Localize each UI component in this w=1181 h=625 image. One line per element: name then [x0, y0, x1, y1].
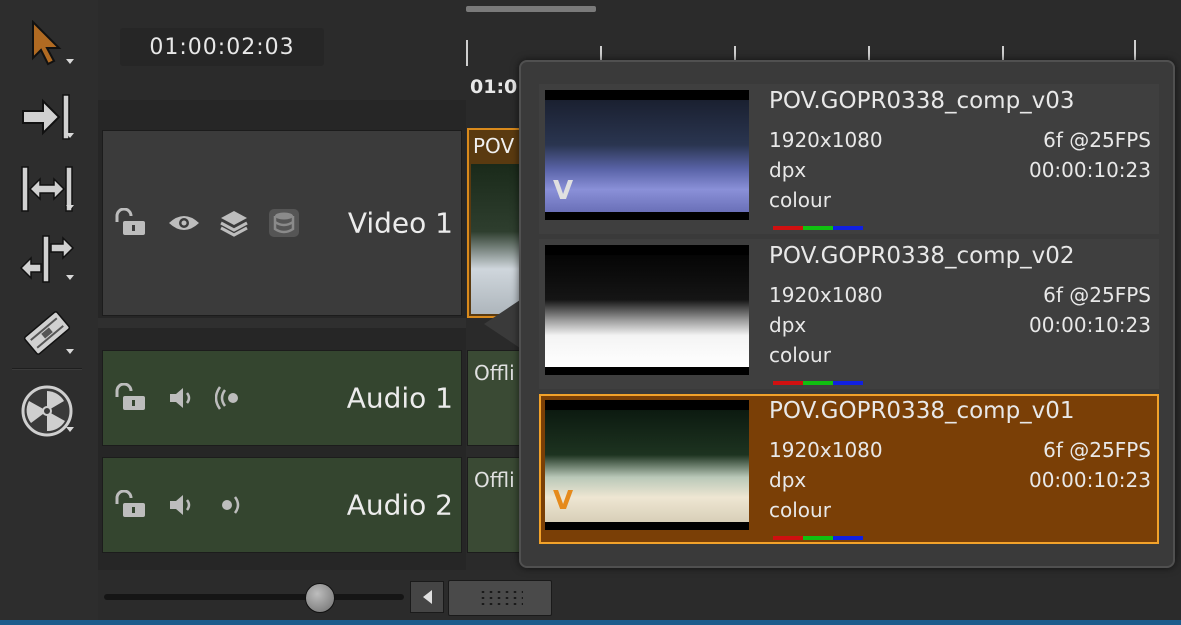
- audio-clip[interactable]: Offli: [467, 350, 527, 446]
- version-fps: 6f @25FPS: [1043, 438, 1151, 462]
- audio-clip[interactable]: Offli: [467, 457, 527, 553]
- horizontal-scroll-handle[interactable]: [448, 580, 552, 616]
- version-duration: 00:00:10:23: [1028, 158, 1151, 182]
- triangle-left-icon: [422, 590, 432, 604]
- speaker-icon[interactable]: [167, 385, 197, 411]
- version-item[interactable]: V POV.GOPR0338_comp_v03 1920x1080 6f @25…: [539, 84, 1159, 234]
- clip-label: POV: [473, 134, 515, 158]
- unlock-icon[interactable]: [113, 490, 149, 520]
- track-name: Audio 1: [346, 381, 453, 415]
- eye-icon[interactable]: [167, 212, 201, 234]
- chevron-down-icon: [66, 427, 74, 432]
- track-controls: [113, 383, 247, 413]
- track-header-audio-1[interactable]: Audio 1: [102, 350, 462, 446]
- rgb-channel-indicator: [773, 226, 863, 230]
- ruler-timecode-label: 01:0: [470, 76, 518, 98]
- version-badge: V: [553, 176, 574, 206]
- version-duration: 00:00:10:23: [1028, 313, 1151, 337]
- tool-palette: [0, 0, 98, 625]
- chevron-down-icon: [66, 133, 74, 138]
- clip-thumbnail: [471, 164, 523, 314]
- multi-tool-button[interactable]: [14, 160, 80, 218]
- version-colorspace: colour: [769, 498, 831, 522]
- database-icon[interactable]: [267, 207, 301, 239]
- toolbar-divider: [12, 368, 82, 370]
- version-format: dpx: [769, 468, 807, 492]
- version-name: POV.GOPR0338_comp_v02: [769, 243, 1075, 269]
- unlock-icon[interactable]: [113, 383, 149, 413]
- version-colorspace: colour: [769, 343, 831, 367]
- clip-label: Offli: [474, 361, 515, 385]
- select-tool-button[interactable]: [14, 14, 80, 72]
- version-item[interactable]: POV.GOPR0338_comp_v02 1920x1080 6f @25FP…: [539, 239, 1159, 389]
- track-name: Audio 2: [346, 488, 453, 522]
- track-divider[interactable]: [98, 318, 466, 328]
- window-bottom-edge: [0, 620, 1181, 625]
- monitor-output-icon[interactable]: [215, 491, 247, 519]
- version-colorspace: colour: [769, 188, 831, 212]
- rgb-channel-indicator: [773, 536, 863, 540]
- clip-label: Offli: [474, 468, 515, 492]
- version-list-popup: V POV.GOPR0338_comp_v03 1920x1080 6f @25…: [519, 60, 1175, 568]
- track-header-video-1[interactable]: Video 1: [102, 130, 462, 316]
- version-format: dpx: [769, 158, 807, 182]
- chevron-down-icon: [66, 275, 74, 280]
- version-badge: V: [553, 486, 574, 516]
- track-controls: [113, 490, 247, 520]
- version-thumbnail: [545, 245, 749, 375]
- version-name: POV.GOPR0338_comp_v03: [769, 88, 1075, 114]
- zoom-slider-track[interactable]: [104, 594, 404, 600]
- cursor-arrow-icon: [32, 20, 62, 66]
- thumbnail-image: [545, 255, 749, 367]
- track-header-audio-2[interactable]: Audio 2: [102, 457, 462, 553]
- top-scroll-indicator[interactable]: [466, 6, 596, 12]
- speaker-icon[interactable]: [167, 492, 197, 518]
- version-duration: 00:00:10:23: [1028, 468, 1151, 492]
- timecode-display[interactable]: 01:00:02:03: [120, 28, 324, 66]
- grip-icon: [479, 589, 523, 607]
- thumbnail-image: [545, 100, 749, 212]
- version-fps: 6f @25FPS: [1043, 128, 1151, 152]
- version-format: dpx: [769, 313, 807, 337]
- version-resolution: 1920x1080: [769, 283, 883, 307]
- chevron-down-icon: [66, 59, 74, 64]
- ruler-tick: [466, 40, 468, 66]
- track-controls: [113, 207, 301, 239]
- thumbnail-image: [545, 410, 749, 522]
- chevron-down-icon: [66, 205, 74, 210]
- version-resolution: 1920x1080: [769, 438, 883, 462]
- version-resolution: 1920x1080: [769, 128, 883, 152]
- version-thumbnail: V: [545, 90, 749, 220]
- record-monitor-icon[interactable]: [215, 384, 247, 412]
- version-name: POV.GOPR0338_comp_v01: [769, 398, 1075, 424]
- version-thumbnail: V: [545, 400, 749, 530]
- zoom-slider-handle[interactable]: [305, 583, 335, 613]
- version-fps: 6f @25FPS: [1043, 283, 1151, 307]
- popup-pointer: [484, 300, 520, 348]
- rgb-channel-indicator: [773, 381, 863, 385]
- layers-icon[interactable]: [219, 209, 249, 237]
- viewer-tool-button[interactable]: [14, 382, 80, 440]
- razor-tool-button[interactable]: [14, 304, 80, 362]
- version-item-selected[interactable]: V POV.GOPR0338_comp_v01 1920x1080 6f @25…: [539, 394, 1159, 544]
- scroll-left-button[interactable]: [410, 581, 444, 613]
- unlock-icon[interactable]: [113, 208, 149, 238]
- slip-tool-button[interactable]: [14, 230, 80, 288]
- track-name: Video 1: [347, 206, 453, 240]
- video-clip[interactable]: POV: [467, 128, 527, 318]
- chevron-down-icon: [66, 349, 74, 354]
- track-forward-tool-button[interactable]: [14, 88, 80, 146]
